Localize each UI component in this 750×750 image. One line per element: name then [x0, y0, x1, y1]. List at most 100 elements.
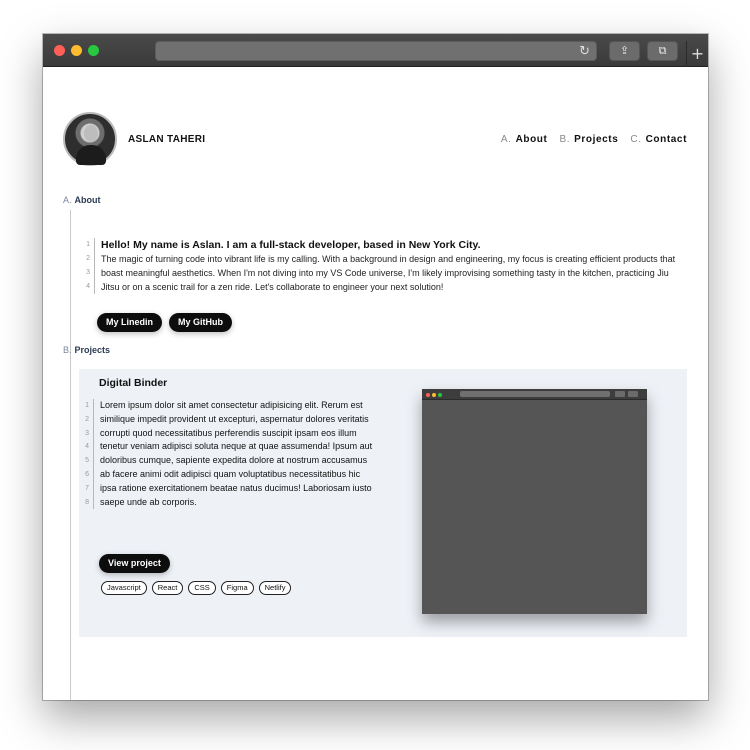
- line-number: 1: [85, 402, 89, 409]
- description-line: saepe unde ab corporis.: [100, 496, 197, 507]
- project-card: Digital Binder 1 Lorem ipsum dolor sit am…: [79, 369, 687, 637]
- tech-tags: Javascript React CSS Figma Netlify: [101, 581, 292, 595]
- preview-tabs-button: [628, 391, 638, 397]
- share-icon: ⇪: [619, 44, 630, 57]
- minimize-window-button[interactable]: [71, 45, 82, 56]
- tag-react: React: [151, 581, 184, 595]
- code-line: 4 Jitsu or on a scenic trail for a zen r…: [80, 280, 690, 294]
- avatar-body: [76, 145, 106, 165]
- preview-address-bar: [460, 391, 610, 397]
- line-divider: [93, 426, 94, 441]
- main-nav: A. About B. Projects C. Contact: [501, 134, 687, 145]
- nav-label: Contact: [645, 134, 687, 145]
- section-title: Projects: [74, 345, 111, 355]
- tag-javascript: Javascript: [101, 581, 147, 595]
- about-text-line: boast meaningful aesthetics. When I'm no…: [101, 268, 669, 278]
- browser-window: ↻ ⇪ ⧉ + ASLAN TAHERI A. About B. Projects …: [43, 34, 708, 700]
- view-project-button[interactable]: View project: [99, 554, 170, 573]
- description-line: similique impedit provident ut excepturi…: [100, 413, 369, 424]
- about-headline: Hello! My name is Aslan. I am a full-sta…: [101, 239, 481, 251]
- section-guide-line: [70, 359, 71, 700]
- section-title: About: [74, 195, 101, 205]
- line-number: 1: [86, 241, 90, 248]
- description-line: Lorem ipsum dolor sit amet consectetur a…: [100, 400, 363, 410]
- tabs-button[interactable]: ⧉: [647, 41, 678, 61]
- line-divider: [93, 495, 94, 510]
- close-window-button[interactable]: [54, 45, 65, 56]
- line-number: 3: [85, 429, 89, 437]
- code-line: 7 ipsa ratione exercitationem beatae natu…: [79, 481, 379, 496]
- tag-figma: Figma: [220, 581, 254, 595]
- share-button[interactable]: ⇪: [609, 41, 640, 61]
- nav-letter: C.: [630, 134, 642, 145]
- code-line: 2 similique impedit provident ut exceptur…: [79, 412, 379, 427]
- nav-letter: B.: [559, 134, 571, 145]
- nav-label: Projects: [574, 134, 619, 145]
- project-description: 1 Lorem ipsum dolor sit amet consectetur …: [79, 399, 379, 510]
- line-number: 5: [85, 457, 89, 465]
- line-divider: [94, 266, 95, 280]
- nav-label: About: [515, 134, 548, 145]
- code-line: 4 tenetur veniam adipisci soluta neque at…: [79, 440, 379, 455]
- line-divider: [93, 467, 94, 482]
- description-line: corrupti quod necessitatibus perferendis…: [100, 427, 357, 438]
- description-line: ipsa ratione exercitationem beatae natus…: [100, 482, 372, 493]
- tag-netlify: Netlify: [258, 581, 292, 595]
- nav-about[interactable]: A. About: [501, 134, 548, 145]
- nav-letter: A.: [500, 134, 512, 145]
- section-letter: A.: [63, 195, 72, 205]
- preview-share-button: [615, 391, 625, 397]
- line-number: 3: [86, 269, 90, 276]
- line-divider: [94, 280, 95, 294]
- preview-maximize-dot: [438, 393, 442, 397]
- preview-titlebar: [422, 389, 647, 400]
- line-number: 7: [85, 484, 89, 492]
- nav-projects[interactable]: B. Projects: [559, 134, 618, 145]
- about-block: 1 Hello! My name is Aslan. I am a full-s…: [80, 238, 690, 294]
- code-line: 1 Lorem ipsum dolor sit amet consectetur …: [79, 399, 379, 413]
- line-divider: [94, 238, 95, 252]
- code-line: 3 corrupti quod necessitatibus perferendi…: [79, 426, 379, 441]
- line-number: 6: [85, 470, 89, 478]
- section-label-about: A. About: [63, 195, 101, 205]
- site-owner-name: ASLAN TAHERI: [128, 134, 206, 145]
- nav-contact[interactable]: C. Contact: [630, 134, 687, 145]
- description-line: doloribus cumque, sapiente expedita dolo…: [100, 455, 368, 466]
- line-number: 2: [85, 415, 89, 423]
- tag-css: CSS: [188, 581, 216, 595]
- github-button[interactable]: My GitHub: [169, 313, 232, 332]
- code-line: 3 boast meaningful aesthetics. When I'm …: [80, 266, 690, 280]
- new-tab-button[interactable]: +: [686, 41, 708, 67]
- browser-titlebar: ↻ ⇪ ⧉ +: [43, 34, 708, 67]
- line-number: 4: [86, 283, 90, 290]
- line-number: 8: [85, 498, 89, 506]
- avatar: [63, 112, 117, 166]
- section-letter: B.: [63, 345, 72, 355]
- line-number: 4: [85, 443, 89, 451]
- project-title: Digital Binder: [99, 377, 168, 389]
- line-divider: [93, 454, 94, 468]
- section-label-projects: B. Projects: [63, 345, 110, 355]
- linkedin-button[interactable]: My Linedin: [97, 313, 162, 332]
- maximize-window-button[interactable]: [88, 45, 99, 56]
- line-divider: [93, 399, 94, 413]
- about-text-line: The magic of turning code into vibrant l…: [101, 254, 676, 264]
- line-divider: [93, 412, 94, 427]
- plus-icon: +: [690, 44, 705, 63]
- tabs-icon: ⧉: [658, 44, 667, 57]
- project-preview-window[interactable]: [422, 389, 647, 614]
- page-content: ASLAN TAHERI A. About B. Projects C. Contac…: [43, 67, 708, 700]
- line-divider: [93, 481, 94, 496]
- avatar-head: [84, 125, 98, 142]
- line-divider: [94, 252, 95, 266]
- address-bar[interactable]: ↻: [155, 41, 597, 61]
- reload-icon[interactable]: ↻: [579, 43, 590, 60]
- about-text-line: Jitsu or on a scenic trail for a zen rid…: [101, 282, 444, 292]
- description-line: ab facere animi odit adipisci quam volup…: [100, 468, 361, 479]
- description-line: tenetur veniam adipisci soluta neque at …: [100, 441, 373, 452]
- code-line: 5 doloribus cumque, sapiente expedita dol…: [79, 454, 379, 468]
- line-divider: [93, 440, 94, 455]
- code-line: 8 saepe unde ab corporis.: [79, 495, 379, 510]
- line-number: 2: [86, 255, 90, 262]
- preview-close-dot: [426, 393, 430, 397]
